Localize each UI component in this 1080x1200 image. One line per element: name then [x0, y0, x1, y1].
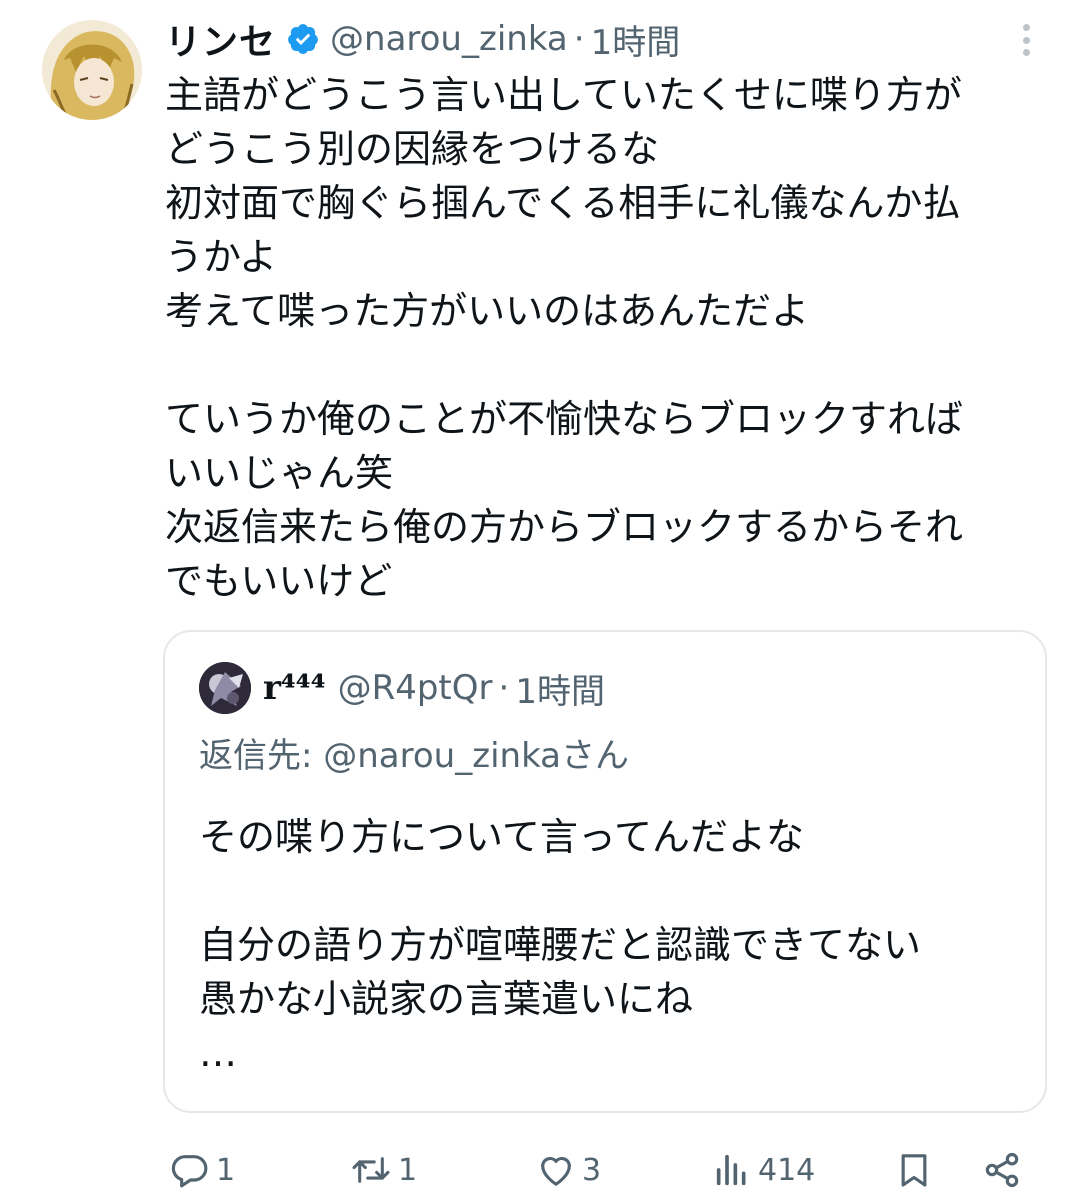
like-count: 3 — [582, 1152, 602, 1188]
action-bar: 1 1 3 414 — [0, 1140, 1080, 1200]
repost-icon — [350, 1150, 392, 1190]
tweet-timestamp[interactable]: 1時間 — [591, 15, 681, 64]
repost-button[interactable]: 1 — [350, 1148, 417, 1192]
quoted-tweet-timestamp[interactable]: 1時間 — [515, 664, 605, 713]
separator-dot: · — [573, 19, 585, 59]
tweet-header: リンセ @narou_zinka · 1時間 — [165, 14, 680, 64]
quoted-tweet[interactable]: r⁴⁴⁴ @R4ptQr · 1時間 返信先: @narou_zinkaさん そ… — [163, 630, 1047, 1113]
reply-count: 1 — [216, 1152, 236, 1188]
author-avatar[interactable] — [42, 20, 142, 120]
verified-badge-icon — [286, 22, 320, 56]
quoted-tweet-text: その喋り方について言ってんだよな 自分の語り方が喧嘩腰だと認識できてない 愚かな… — [199, 815, 922, 1075]
repost-count: 1 — [398, 1152, 418, 1188]
tweet: リンセ @narou_zinka · 1時間 主語がどうこう言い出していたくせに… — [0, 0, 1080, 1200]
bookmark-button[interactable] — [894, 1148, 934, 1192]
heart-icon — [536, 1150, 576, 1190]
separator-dot: · — [498, 668, 510, 708]
quoted-author-handle[interactable]: @R4ptQr — [338, 668, 493, 708]
share-button[interactable] — [982, 1148, 1022, 1192]
views-bar-chart-icon — [712, 1150, 752, 1190]
author-handle[interactable]: @narou_zinka — [330, 19, 568, 59]
reply-button[interactable]: 1 — [170, 1148, 235, 1192]
reply-to-label: 返信先: @narou_zinkaさん — [199, 736, 629, 776]
author-name[interactable]: リンセ — [165, 13, 276, 65]
quoted-tweet-header: r⁴⁴⁴ @R4ptQr · 1時間 — [263, 660, 605, 716]
bookmark-icon — [894, 1150, 934, 1190]
quoted-author-name[interactable]: r⁴⁴⁴ — [263, 668, 326, 708]
views-button[interactable]: 414 — [712, 1148, 815, 1192]
tweet-text: 主語がどうこう言い出していたくせに喋り方が どうこう別の因縁をつけるな 初対面で… — [165, 73, 964, 603]
quoted-author-avatar[interactable] — [199, 662, 251, 714]
reply-icon — [170, 1150, 210, 1190]
share-icon — [982, 1150, 1022, 1190]
view-count: 414 — [758, 1152, 816, 1188]
more-options-icon[interactable] — [1008, 20, 1044, 60]
like-button[interactable]: 3 — [536, 1148, 601, 1192]
